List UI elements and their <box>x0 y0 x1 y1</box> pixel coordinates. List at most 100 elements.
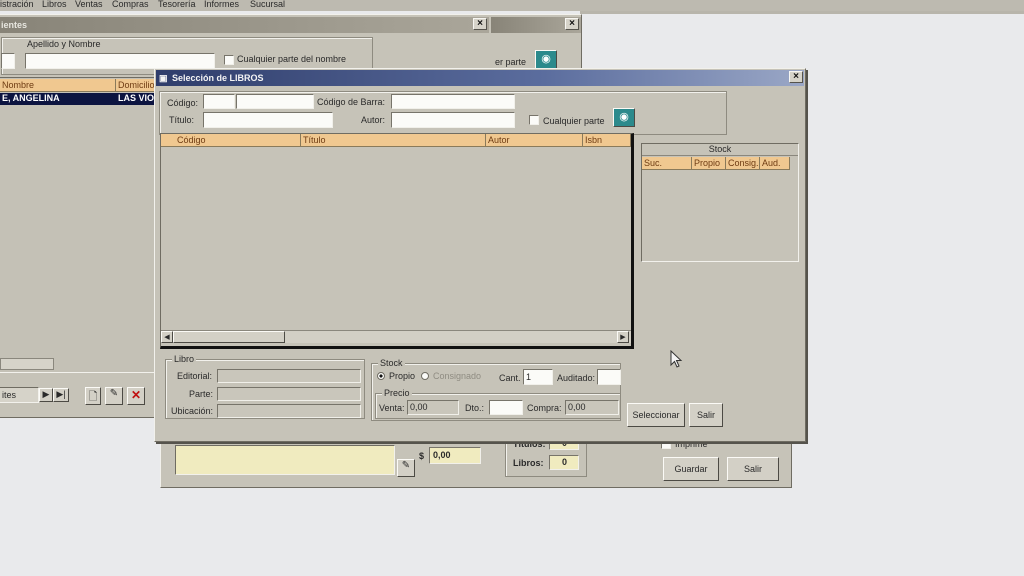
menu-tesoreria[interactable]: Tesorería <box>158 0 196 9</box>
compra-field: 0,00 <box>565 400 619 415</box>
menu-informes[interactable]: Informes <box>204 0 239 9</box>
clientes-list[interactable]: Nombre Domicilio E, ANGELINA LAS VIO <box>0 77 156 373</box>
compra-value: 0,00 <box>568 402 586 412</box>
autor-input[interactable] <box>391 112 515 128</box>
codigo-prefix-input[interactable] <box>203 94 235 109</box>
guardar-label: Guardar <box>674 464 708 474</box>
titulo-label: Título: <box>169 115 195 125</box>
amount-value: 0,00 <box>433 450 451 460</box>
propio-label: Propio <box>389 371 416 381</box>
editorial-field <box>217 369 361 383</box>
table-row[interactable]: E, ANGELINA LAS VIO <box>0 93 156 105</box>
back-salir-label: Salir <box>743 464 762 474</box>
column-header-propio[interactable]: Propio <box>692 157 726 170</box>
list-hscrollbar[interactable] <box>0 358 54 370</box>
secondary-close-button[interactable]: × <box>565 18 579 30</box>
workspace-edge <box>580 11 1024 14</box>
dto-label: Dto.: <box>465 403 485 413</box>
delete-x-icon: ✕ <box>130 388 142 402</box>
codigo-label: Código: <box>167 98 199 108</box>
scroll-thumb[interactable] <box>173 331 285 343</box>
menu-administracion[interactable]: istración <box>0 0 34 9</box>
libros-field: 0 <box>549 455 579 470</box>
back-salir-button[interactable]: Salir <box>727 457 779 481</box>
column-header-domicilio[interactable]: Domicilio <box>116 79 156 92</box>
last-record-button[interactable]: ▶| <box>53 388 69 402</box>
column-header-autor[interactable]: Autor <box>486 134 583 147</box>
titulo-input[interactable] <box>203 112 333 128</box>
edit-icon: ✎ <box>401 460 411 471</box>
dialog-titlebar[interactable]: ▣ Selección de LIBROS <box>156 70 804 86</box>
back-edit-button[interactable]: ✎ <box>397 459 415 477</box>
libros-label: Libros: <box>513 458 544 468</box>
consignado-label: Consignado <box>433 371 482 381</box>
delete-record-button[interactable]: ✕ <box>127 387 145 405</box>
clientes-prev-field[interactable] <box>1 53 15 69</box>
seleccionar-button[interactable]: Seleccionar <box>627 403 685 427</box>
cualquier-parte-label: Cualquier parte <box>543 116 605 126</box>
app-icon: ▣ <box>159 73 168 83</box>
venta-label: Venta: <box>379 403 405 413</box>
auditado-label: Auditado: <box>557 373 596 383</box>
codigo-barra-label: Código de Barra: <box>317 97 386 107</box>
menubar: istración Libros Ventas Compras Tesorerí… <box>0 0 1024 11</box>
scroll-left-button[interactable]: ◀ <box>161 331 173 343</box>
cant-label: Cant. <box>499 373 521 383</box>
consignado-radio[interactable] <box>421 372 429 380</box>
column-header-titulo[interactable]: Título <box>301 134 486 147</box>
menu-libros[interactable]: Libros <box>42 0 67 9</box>
column-header-codigo[interactable]: Código <box>161 134 301 147</box>
edit-icon: ✎ <box>109 388 119 399</box>
new-record-button[interactable]: 🗋 <box>85 387 101 405</box>
libros-value: 0 <box>562 457 568 467</box>
next-icon: ▶ <box>42 389 50 399</box>
menu-compras[interactable]: Compras <box>112 0 149 9</box>
observaciones-field[interactable] <box>175 445 395 475</box>
cualquier-parte-right-label: er parte <box>495 57 527 67</box>
clientes-close-button[interactable]: × <box>473 18 487 30</box>
menu-sucursal[interactable]: Sucursal <box>250 0 285 9</box>
grid-hscrollbar[interactable]: ◀ ▶ <box>161 330 631 343</box>
libros-grid[interactable]: Código Título Autor Isbn ◀ ▶ <box>160 133 634 349</box>
apellido-nombre-input[interactable] <box>25 53 215 69</box>
edit-record-button[interactable]: ✎ <box>105 387 123 405</box>
row-domicilio: LAS VIO <box>118 93 155 103</box>
dialog-search-button[interactable]: ◉ <box>613 108 635 127</box>
mouse-cursor-icon <box>670 350 683 368</box>
seleccion-libros-dialog: ▣ Selección de LIBROS × Código: Código d… <box>154 68 806 442</box>
scroll-right-button[interactable]: ▶ <box>617 331 629 343</box>
next-record-button[interactable]: ▶ <box>39 388 53 402</box>
dto-input[interactable] <box>489 400 523 415</box>
guardar-button[interactable]: Guardar <box>663 457 719 481</box>
column-header-suc[interactable]: Suc. <box>642 157 692 170</box>
cualquier-parte-nombre-checkbox[interactable] <box>224 55 234 65</box>
arrow-right-icon: ▶ <box>620 334 626 341</box>
clientes-search-button[interactable]: ◉ <box>535 50 557 69</box>
column-header-aud[interactable]: Aud. <box>760 157 790 170</box>
stock-panel-header: Stock <box>642 144 798 156</box>
amount-field[interactable]: 0,00 <box>429 447 481 464</box>
column-header-nombre[interactable]: Nombre <box>0 79 116 92</box>
parte-field <box>217 387 361 401</box>
cant-input[interactable]: 1 <box>523 369 553 385</box>
compra-label: Compra: <box>527 403 562 413</box>
clientes-titlebar[interactable]: ientes <box>0 17 489 33</box>
editorial-label: Editorial: <box>177 371 213 381</box>
dialog-close-button[interactable]: × <box>789 71 803 83</box>
stock-legend: Stock <box>378 358 405 368</box>
menu-ventas[interactable]: Ventas <box>75 0 103 9</box>
row-nombre: E, ANGELINA <box>2 93 60 103</box>
autor-label: Autor: <box>361 115 386 125</box>
stock-panel: Stock Suc. Propio Consig. Aud. <box>641 143 799 262</box>
codigo-barra-input[interactable] <box>391 94 515 109</box>
propio-radio[interactable] <box>377 372 385 380</box>
column-header-consig[interactable]: Consig. <box>726 157 760 170</box>
search-icon: ◉ <box>619 111 629 123</box>
codigo-input[interactable] <box>236 94 314 109</box>
column-header-isbn[interactable]: Isbn <box>583 134 631 147</box>
dialog-salir-button[interactable]: Salir <box>689 403 723 427</box>
stock-panel-title: Stock <box>708 144 732 154</box>
clientes-title: ientes <box>1 20 28 30</box>
cualquier-parte-checkbox[interactable] <box>529 115 539 125</box>
auditado-input[interactable] <box>597 369 621 385</box>
